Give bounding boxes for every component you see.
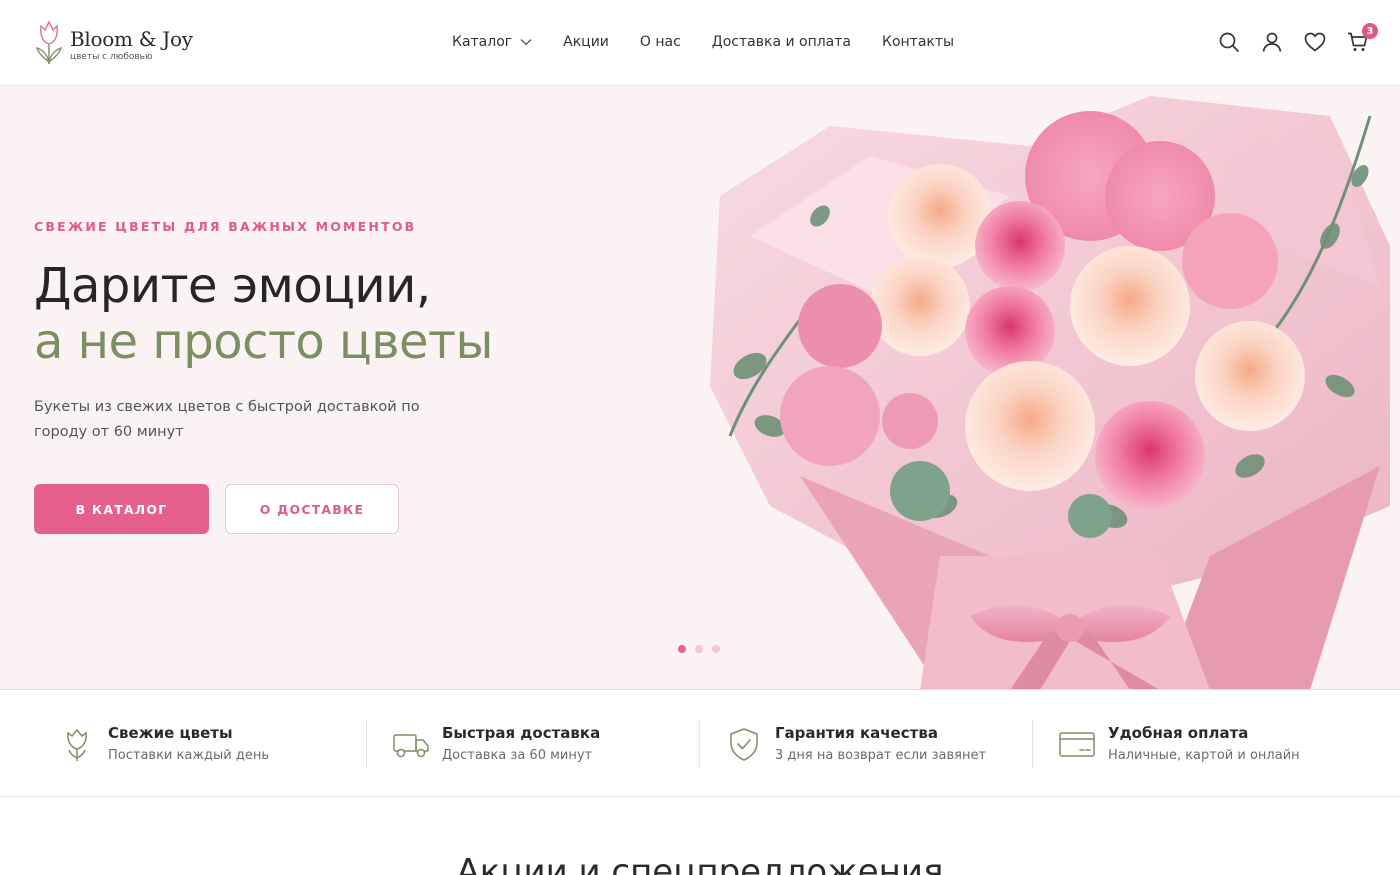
credit-card-icon	[1059, 731, 1095, 757]
promotions-section-title: Акции и спецпредложения	[456, 852, 944, 875]
truck-icon	[393, 733, 429, 757]
heart-icon	[1304, 32, 1326, 52]
delivery-info-button[interactable]: О ДОСТАВКЕ	[225, 484, 399, 534]
feature-desc: Доставка за 60 минут	[442, 748, 593, 763]
slider-dot-3[interactable]	[712, 645, 720, 653]
hero-title-line1: Дарите эмоции,	[34, 258, 431, 314]
chevron-down-icon	[520, 39, 532, 46]
cart-button[interactable]: 3	[1346, 23, 1378, 54]
divider	[1032, 720, 1033, 768]
nav-item-contacts[interactable]: Контакты	[882, 34, 954, 50]
catalog-button[interactable]: В КАТАЛОГ	[34, 484, 209, 534]
tulip-icon	[35, 20, 63, 64]
feature-title: Гарантия качества	[775, 724, 938, 742]
brand-tagline: цветы с любовью	[70, 52, 153, 62]
nav-item-label: Каталог	[452, 34, 513, 50]
search-icon	[1219, 32, 1239, 52]
nav-item-label: Контакты	[882, 34, 955, 50]
feature-title: Свежие цветы	[108, 724, 233, 742]
feature-fresh-flowers: Свежие цветы Поставки каждый день	[58, 690, 269, 797]
shield-check-icon	[730, 727, 758, 761]
account-button[interactable]	[1260, 30, 1284, 54]
search-button[interactable]	[1217, 30, 1241, 54]
hero-eyebrow: СВЕЖИЕ ЦВЕТЫ ДЛЯ ВАЖНЫХ МОМЕНТОВ	[34, 219, 417, 234]
feature-quality-guarantee: Гарантия качества 3 дня на возврат если …	[725, 690, 986, 797]
logo[interactable]: Bloom & Joy цветы с любовью	[34, 18, 193, 66]
nav-item-label: Акции	[563, 34, 609, 50]
feature-convenient-payment: Удобная оплата Наличные, картой и онлайн	[1058, 690, 1300, 797]
nav-item-catalog[interactable]: Каталог	[452, 34, 532, 50]
favorites-button[interactable]	[1303, 30, 1327, 54]
nav-item-label: Доставка и оплата	[711, 34, 851, 50]
slider-dots	[678, 645, 729, 653]
slider-dot-2[interactable]	[695, 645, 703, 653]
feature-title: Быстрая доставка	[442, 724, 601, 742]
site-header: Bloom & Joy цветы с любовью Каталог Акци…	[0, 0, 1400, 86]
slider-dot-1[interactable]	[678, 645, 686, 653]
divider	[699, 720, 700, 768]
hero-title-line2: а не просто цветы	[34, 314, 493, 370]
brand-name: Bloom & Joy	[70, 27, 193, 51]
nav-item-about[interactable]: О нас	[640, 34, 681, 50]
nav-item-label: О нас	[639, 34, 681, 50]
cart-count-badge: 3	[1362, 23, 1378, 39]
feature-fast-delivery: Быстрая доставка Доставка за 60 минут	[392, 690, 600, 797]
nav-item-promotions[interactable]: Акции	[563, 34, 609, 50]
feature-desc: Поставки каждый день	[108, 748, 270, 763]
main-nav: Каталог Акции О нас Доставка и оплата Ко…	[452, 34, 954, 50]
feature-desc: 3 дня на возврат если завянет	[775, 748, 987, 763]
hero-banner: СВЕЖИЕ ЦВЕТЫ ДЛЯ ВАЖНЫХ МОМЕНТОВ Дарите …	[0, 86, 1400, 690]
user-icon	[1262, 32, 1282, 52]
flower-icon	[67, 728, 87, 761]
bouquet-image	[710, 96, 1390, 689]
feature-title: Удобная оплата	[1108, 724, 1249, 742]
divider	[366, 720, 367, 768]
header-actions: 3	[1198, 23, 1378, 54]
features-bar: Свежие цветы Поставки каждый день Быстра…	[0, 690, 1400, 797]
hero-subtitle: Букеты из свежих цветов с быстрой достав…	[34, 399, 420, 440]
nav-item-delivery[interactable]: Доставка и оплата	[712, 34, 851, 50]
feature-desc: Наличные, картой и онлайн	[1108, 748, 1300, 763]
